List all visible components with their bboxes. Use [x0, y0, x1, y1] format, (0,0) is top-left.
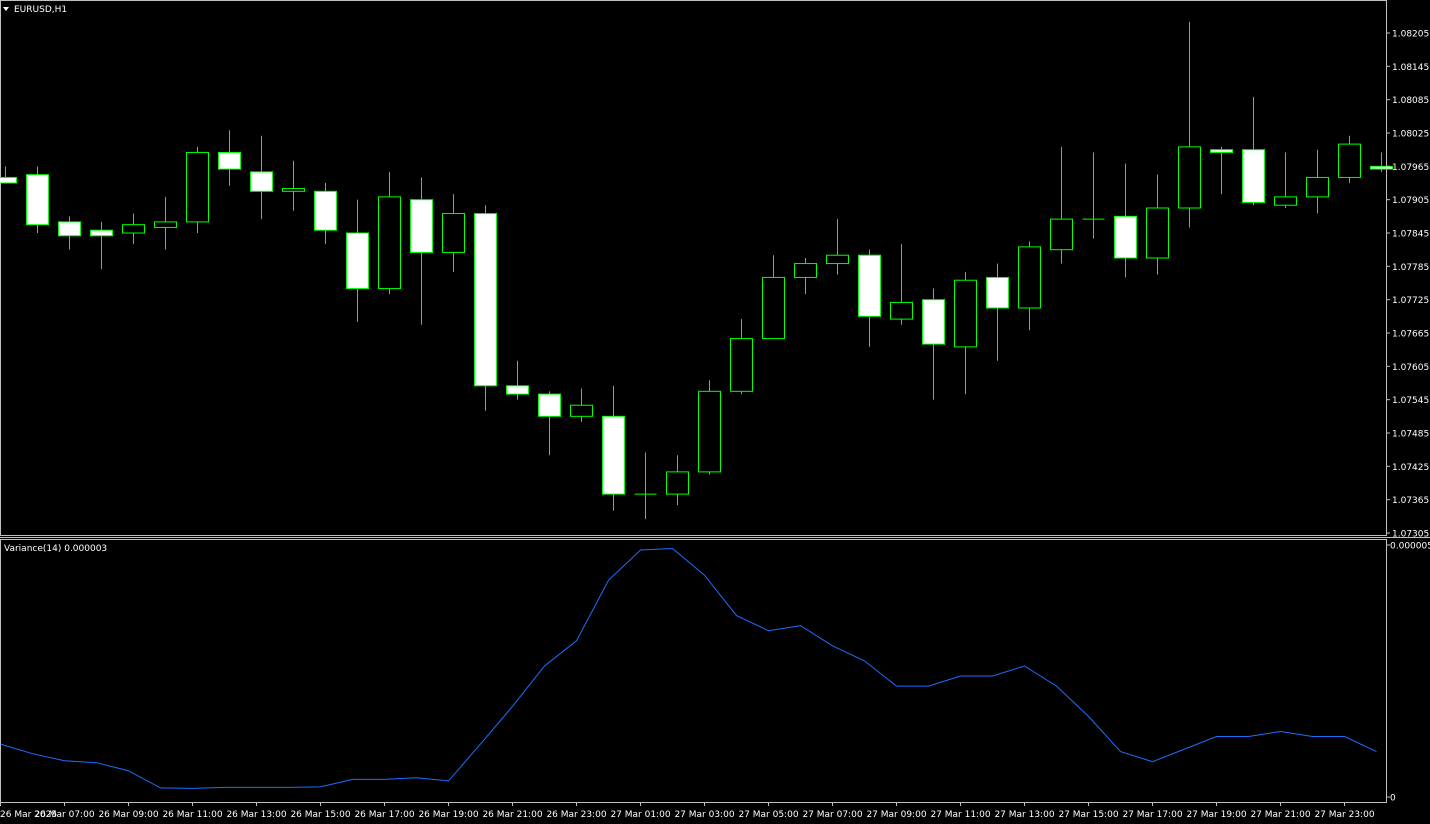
time-axis: 26 Mar 202526 Mar 07:00 26 Mar 09:00 26 Ma… [0, 802, 1375, 820]
candle-body [378, 196, 401, 290]
price-tick-label: 1.08205 [1392, 30, 1429, 40]
candle-body [666, 471, 689, 495]
price-tick-label: 1.07605 [1392, 363, 1429, 373]
candle-body [858, 254, 881, 317]
main-pane-frame [0, 0, 1387, 536]
candle-body [186, 151, 209, 223]
candle-body [730, 338, 753, 392]
time-tick-label: 27 Mar 15:00 [1058, 810, 1118, 820]
candle-body [314, 190, 337, 231]
variance-axis: 0.000005 0 [1386, 542, 1430, 804]
triangle-down-icon[interactable] [3, 7, 9, 11]
price-tick-label: 1.07665 [1392, 330, 1429, 340]
price-tick-label: 1.07965 [1392, 163, 1429, 173]
candle-body [122, 224, 145, 234]
candle-body [538, 393, 561, 417]
time-tick-label: 26 Mar 13:00 [226, 810, 286, 820]
candle-body [1018, 246, 1041, 309]
candle-body [58, 221, 81, 237]
time-tick-label: 27 Mar 07:00 [802, 810, 862, 820]
chart-window: 1.08205 1.08145 1.08085 1.08025 1.07965 1.079… [0, 0, 1430, 824]
price-tick-label: 1.07785 [1392, 263, 1429, 273]
variance-line [0, 547, 1377, 789]
candles-group [0, 21, 1393, 520]
time-tick-label: 26 Mar 17:00 [354, 810, 414, 820]
candle-body [762, 276, 785, 340]
candle-body [218, 151, 241, 170]
symbol-label: EURUSD,H1 [14, 5, 67, 15]
time-tick-label: 27 Mar 03:00 [674, 810, 734, 820]
candle-body [922, 299, 945, 345]
time-tick-label: 26 Mar 21:00 [482, 810, 542, 820]
candle-body [250, 171, 273, 192]
time-tick-label: 27 Mar 09:00 [866, 810, 926, 820]
time-tick-label: 26 Mar 07:00 [34, 810, 94, 820]
candle-body [794, 263, 817, 278]
candle-body [1306, 176, 1329, 198]
time-tick-label: 27 Mar 23:00 [1314, 810, 1374, 820]
time-tick-label: 27 Mar 17:00 [1122, 810, 1182, 820]
time-tick-label: 26 Mar 15:00 [290, 810, 350, 820]
candle-body [698, 390, 721, 473]
indicator-pane-frame [0, 539, 1387, 803]
price-tick-label: 1.07905 [1392, 196, 1429, 206]
candle-body [986, 276, 1009, 309]
candle-body [602, 415, 625, 495]
candle-body [1178, 146, 1201, 209]
time-tick-label: 27 Mar 21:00 [1250, 810, 1310, 820]
price-tick-label: 1.08085 [1392, 96, 1429, 106]
variance-label: Variance(14) 0.000003 [4, 544, 107, 554]
candle-body [282, 188, 305, 192]
candle-body [0, 176, 17, 184]
price-tick-label: 1.07365 [1392, 496, 1429, 506]
candle-body [474, 213, 497, 387]
candle-body [1242, 149, 1265, 203]
price-tick-label: 1.08025 [1392, 130, 1429, 140]
price-tick-label: 1.07545 [1392, 396, 1429, 406]
time-tick-label: 26 Mar 11:00 [162, 810, 222, 820]
time-tick-label: 27 Mar 13:00 [994, 810, 1054, 820]
candle-body [506, 385, 529, 395]
time-tick-label: 27 Mar 01:00 [610, 810, 670, 820]
variance-tick-label: 0 [1390, 794, 1396, 804]
candle-body [1114, 215, 1137, 259]
variance-tick-label: 0.000005 [1390, 542, 1430, 552]
time-tick-label: 26 Mar 23:00 [546, 810, 606, 820]
price-chart-canvas[interactable]: 1.08205 1.08145 1.08085 1.08025 1.07965 1.079… [0, 0, 1430, 824]
price-tick-label: 1.08145 [1392, 63, 1429, 73]
candle-body [90, 229, 113, 237]
price-tick-label: 1.07485 [1392, 430, 1429, 440]
time-tick-label: 27 Mar 11:00 [930, 810, 990, 820]
candle-body [410, 199, 433, 253]
candle-body [1210, 149, 1233, 153]
candle-body [890, 301, 913, 320]
candle-body [442, 213, 465, 253]
price-tick-label: 1.07725 [1392, 296, 1429, 306]
candle-body [826, 254, 849, 265]
price-tick-label: 1.07425 [1392, 463, 1429, 473]
price-axis: 1.08205 1.08145 1.08085 1.08025 1.07965 1.079… [1386, 30, 1429, 540]
candle-body [1146, 207, 1169, 259]
time-tick-label: 27 Mar 19:00 [1186, 810, 1246, 820]
candle-body [570, 404, 593, 417]
candle-body [154, 221, 177, 228]
candle-body [1050, 218, 1073, 251]
candle-body [1338, 143, 1361, 178]
candle-body [346, 232, 369, 290]
price-tick-label: 1.07845 [1392, 230, 1429, 240]
time-tick-label: 26 Mar 09:00 [98, 810, 158, 820]
time-tick-label: 27 Mar 05:00 [738, 810, 798, 820]
candle-body [1274, 196, 1297, 206]
time-tick-label: 26 Mar 19:00 [418, 810, 478, 820]
candle-body [954, 279, 977, 348]
candle-body [26, 174, 49, 226]
price-tick-label: 1.07305 [1392, 530, 1429, 540]
